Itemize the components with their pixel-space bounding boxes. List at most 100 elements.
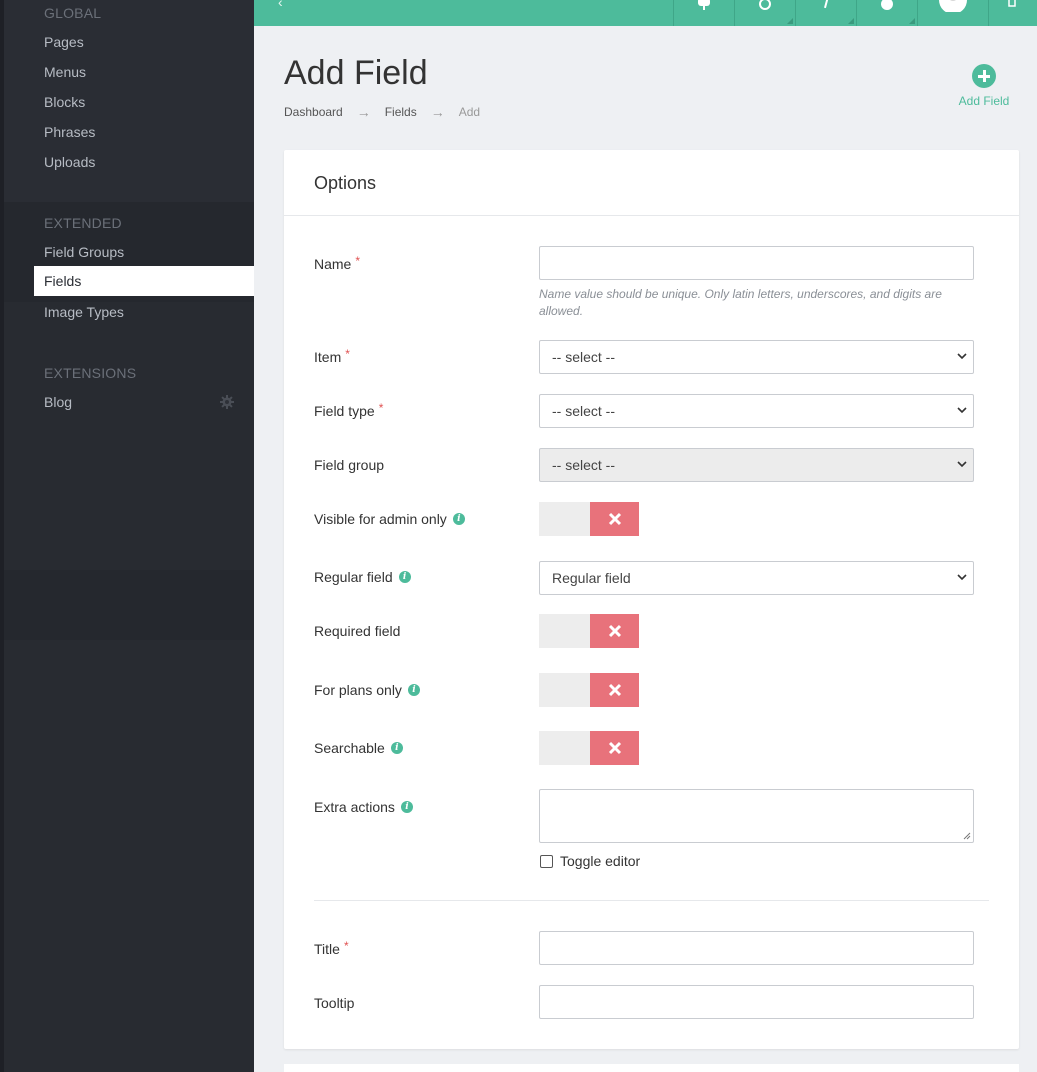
- dropdown-corner: [787, 18, 793, 24]
- section-divider: [314, 900, 989, 901]
- title-label: Title *: [314, 939, 349, 957]
- sidebar-item-image-types[interactable]: Image Types: [34, 297, 254, 327]
- edit-button[interactable]: [795, 0, 856, 26]
- sidebar-item-menus[interactable]: Menus: [34, 57, 254, 87]
- title-input[interactable]: [539, 931, 974, 965]
- breadcrumb-arrow-icon: →: [430, 104, 445, 120]
- toggle-off-area: [539, 731, 590, 765]
- sidebar-edge: [0, 0, 4, 1072]
- regular-field-select-value: Regular field: [552, 570, 631, 586]
- item-label-text: Item: [314, 349, 342, 365]
- close-icon: [608, 512, 622, 526]
- required-field-label: Required field: [314, 623, 400, 639]
- info-icon[interactable]: i: [398, 571, 411, 583]
- user-avatar: [939, 0, 967, 12]
- toggle-editor-checkbox[interactable]: Toggle editor: [540, 853, 640, 869]
- next-card: [284, 1064, 1019, 1072]
- regular-field-label-text: Regular field: [314, 569, 393, 585]
- sidebar-heading-global: GLOBAL: [44, 5, 102, 21]
- cloud-button[interactable]: [673, 0, 734, 26]
- gear-icon[interactable]: [220, 395, 234, 409]
- chevron-down-icon: [957, 449, 967, 468]
- sidebar-item-blocks[interactable]: Blocks: [34, 87, 254, 117]
- breadcrumb-fields[interactable]: Fields: [385, 105, 417, 119]
- sidebar-item-label: Field Groups: [44, 244, 125, 260]
- add-field-button[interactable]: Add Field: [952, 64, 1016, 108]
- name-help-text: Name value should be unique. Only latin …: [539, 287, 942, 318]
- checkbox-box[interactable]: [540, 854, 553, 868]
- field-type-select[interactable]: -- select --: [539, 394, 974, 428]
- close-icon: [608, 741, 622, 755]
- required-marker: *: [378, 401, 384, 415]
- required-marker: *: [355, 254, 361, 268]
- sidebar-item-label: Blocks: [44, 94, 86, 110]
- visible-admin-label-text: Visible for admin only: [314, 511, 447, 527]
- field-type-label-text: Field type: [314, 403, 375, 419]
- name-input[interactable]: [539, 246, 974, 280]
- tooltip-label-text: Tooltip: [314, 995, 355, 1011]
- sidebar-item-label: Pages: [44, 34, 84, 50]
- toggle-off-area: [539, 614, 590, 648]
- page-title: Add Field: [284, 54, 428, 92]
- history-button[interactable]: [734, 0, 795, 26]
- sidebar-item-phrases[interactable]: Phrases: [34, 117, 254, 147]
- sidebar-item-label: Fields: [44, 273, 82, 289]
- required-field-label-text: Required field: [314, 623, 401, 639]
- visible-admin-toggle[interactable]: [539, 502, 639, 536]
- toggle-x-area: [590, 673, 639, 707]
- help-button[interactable]: [856, 0, 917, 26]
- item-label: Item *: [314, 347, 350, 365]
- info-icon[interactable]: i: [400, 801, 413, 813]
- required-marker: *: [345, 347, 350, 361]
- name-label-text: Name: [314, 256, 352, 272]
- searchable-label-text: Searchable: [314, 740, 385, 756]
- item-select-value: -- select --: [552, 349, 615, 365]
- sidebar-item-pages[interactable]: Pages: [34, 27, 254, 57]
- extra-actions-textarea[interactable]: [539, 789, 974, 843]
- regular-field-select[interactable]: Regular field: [539, 561, 974, 595]
- searchable-label: Searchable i: [314, 740, 403, 756]
- sidebar-item-uploads[interactable]: Uploads: [34, 147, 254, 177]
- sidebar-heading-extensions: EXTENSIONS: [44, 365, 137, 381]
- extra-actions-label-text: Extra actions: [314, 799, 395, 815]
- card-title: Options: [284, 150, 1019, 216]
- toggle-x-area: [590, 502, 639, 536]
- field-group-select[interactable]: -- select --: [539, 448, 974, 482]
- item-select[interactable]: -- select --: [539, 340, 974, 374]
- field-type-label: Field type *: [314, 401, 384, 419]
- toggle-off-area: [539, 502, 590, 536]
- required-field-toggle[interactable]: [539, 614, 639, 648]
- tooltip-label: Tooltip: [314, 995, 354, 1011]
- info-icon[interactable]: i: [390, 742, 403, 754]
- field-group-label-text: Field group: [314, 457, 385, 473]
- close-icon: [608, 624, 622, 638]
- breadcrumb-current: Add: [458, 105, 481, 119]
- searchable-toggle[interactable]: [539, 731, 639, 765]
- sidebar-item-label: Image Types: [44, 304, 124, 320]
- sidebar-section-bg: [4, 640, 254, 1072]
- name-label: Name *: [314, 254, 361, 272]
- plans-only-label: For plans only i: [314, 682, 420, 698]
- info-icon[interactable]: i: [452, 513, 465, 525]
- top-bar: ‹: [254, 0, 1037, 26]
- plans-only-toggle[interactable]: [539, 673, 639, 707]
- regular-field-label: Regular field i: [314, 569, 411, 585]
- back-arrow-icon[interactable]: ‹: [278, 0, 283, 10]
- dropdown-corner: [848, 18, 854, 24]
- sidebar-item-blog[interactable]: Blog: [34, 387, 254, 417]
- breadcrumb-dashboard[interactable]: Dashboard: [284, 105, 343, 119]
- logout-button[interactable]: [988, 0, 1037, 26]
- user-menu-button[interactable]: [917, 0, 988, 26]
- tooltip-input[interactable]: [539, 985, 974, 1019]
- sidebar-item-label: Phrases: [44, 124, 96, 140]
- sidebar-heading-extended: EXTENDED: [44, 215, 122, 231]
- chevron-down-icon: [957, 562, 967, 581]
- sidebar-item-fields[interactable]: Fields: [34, 266, 254, 296]
- breadcrumb-arrow-icon: →: [356, 104, 371, 120]
- resize-grip-icon[interactable]: [961, 830, 971, 840]
- sidebar-section-bg: [4, 302, 254, 570]
- field-type-select-value: -- select --: [552, 403, 615, 419]
- toggle-off-area: [539, 673, 590, 707]
- sidebar-item-field-groups[interactable]: Field Groups: [34, 237, 254, 267]
- info-icon[interactable]: i: [407, 684, 420, 696]
